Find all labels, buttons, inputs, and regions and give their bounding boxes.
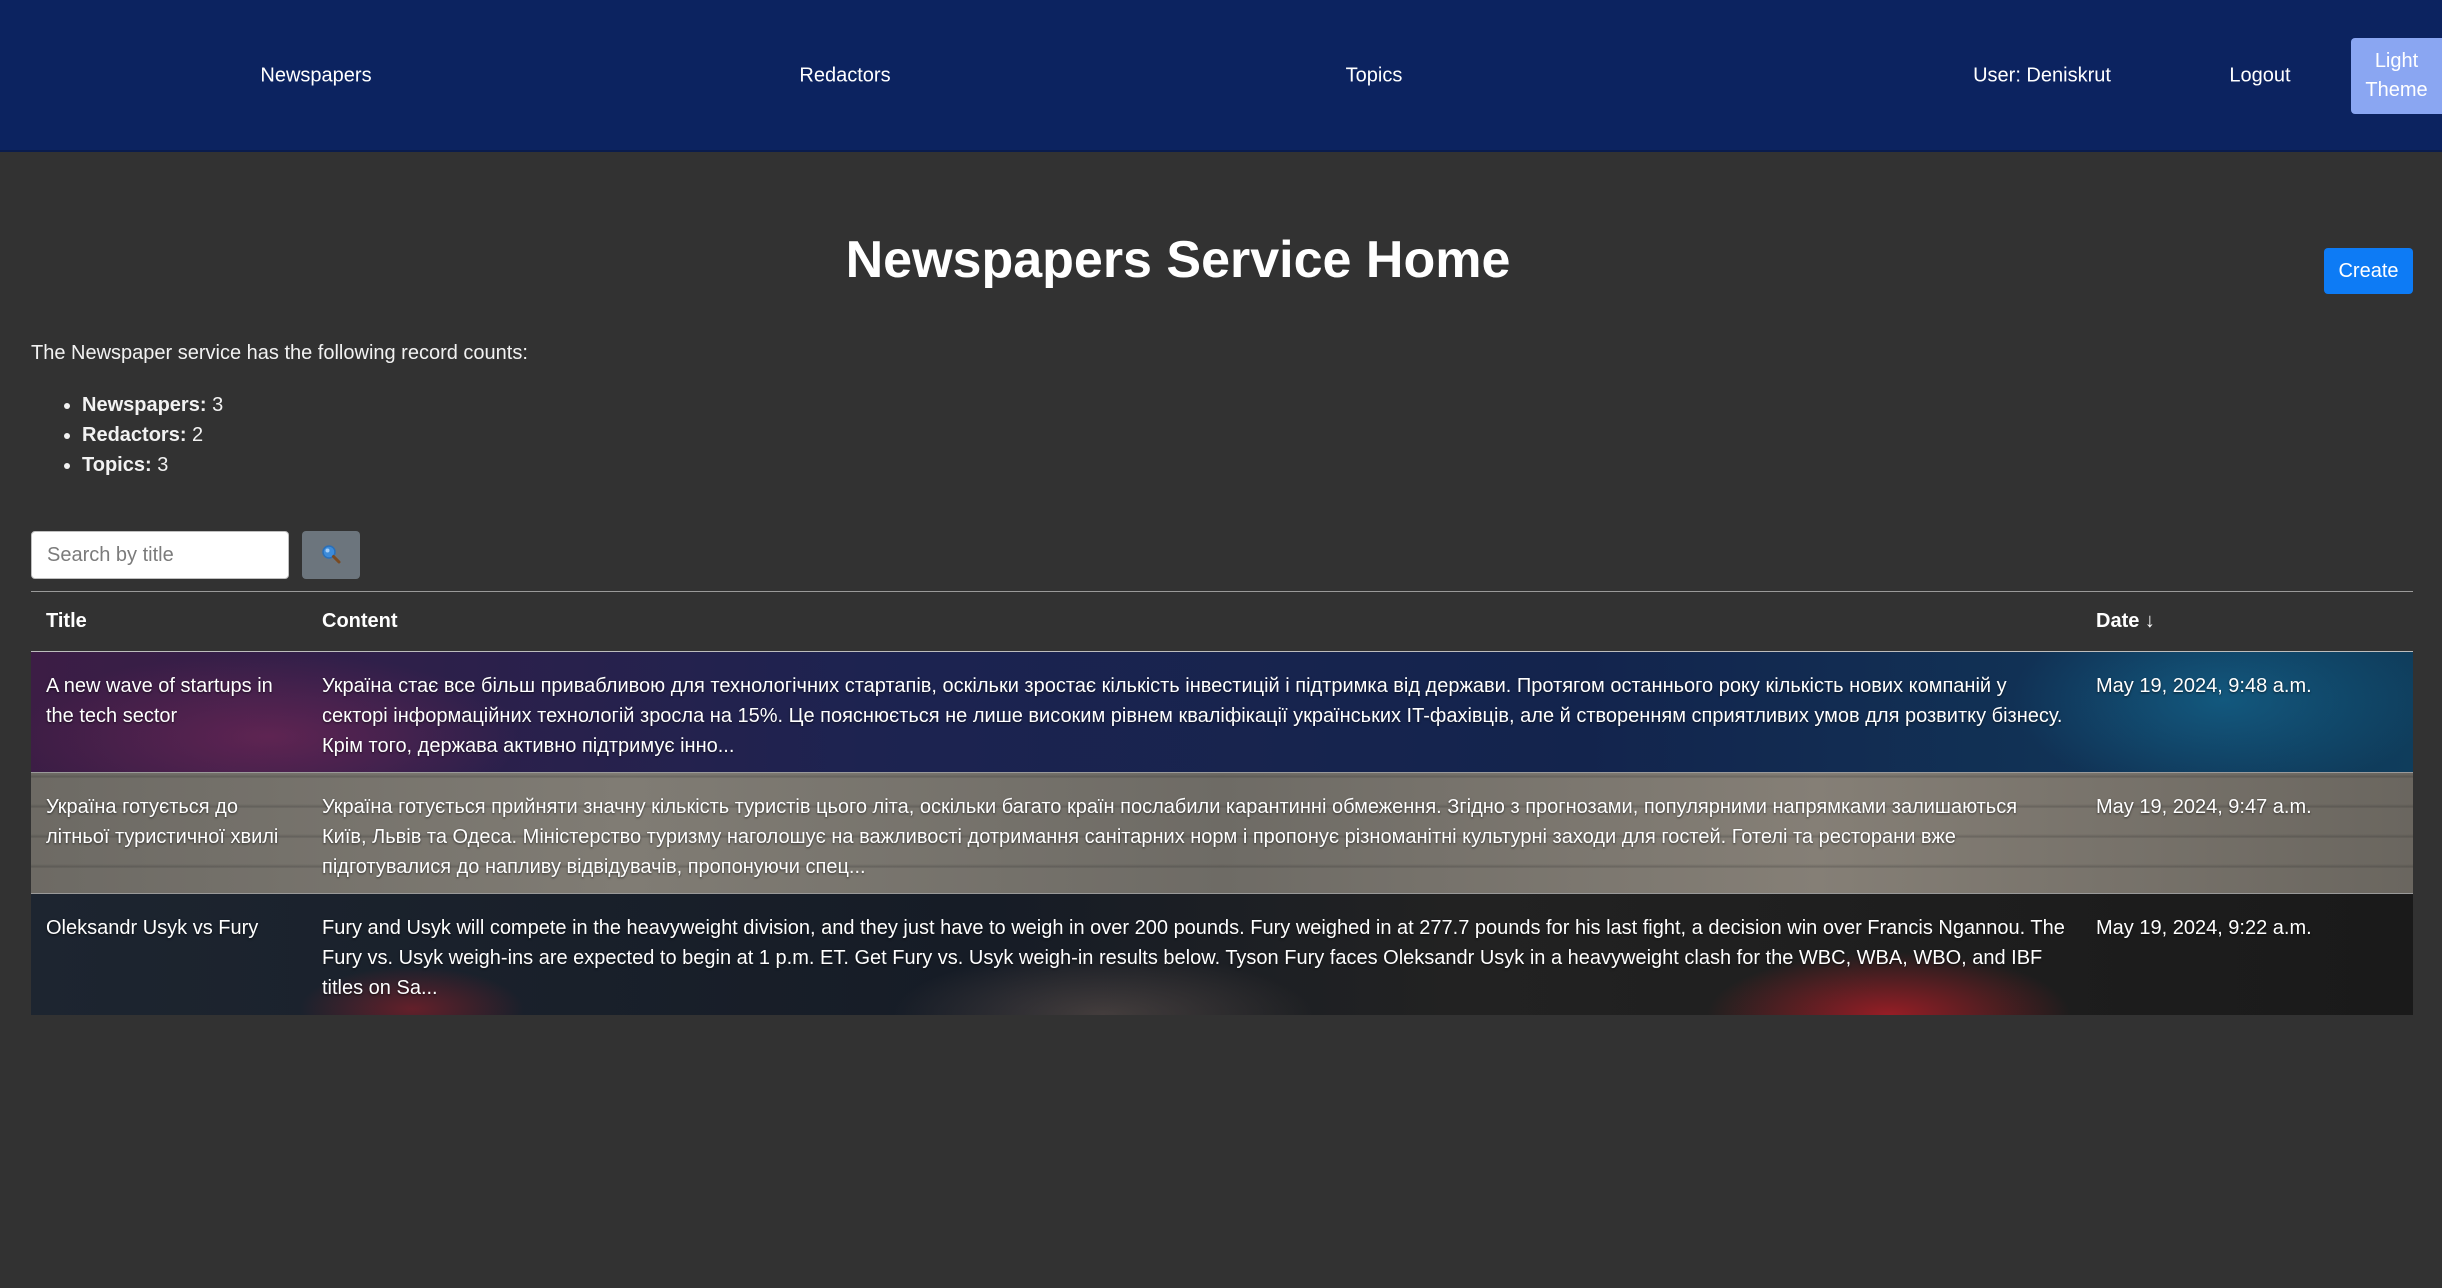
table-row[interactable]: A new wave of startups in the tech secto… xyxy=(31,651,2413,773)
count-value: 3 xyxy=(157,454,169,476)
create-button[interactable]: Create xyxy=(2324,248,2413,294)
nav-link-user-profile[interactable]: User: Deniskrut xyxy=(1973,65,2111,88)
cell-content: Україна стає все більш привабливою для т… xyxy=(307,651,2081,773)
cell-title[interactable]: Oleksandr Usyk vs Fury xyxy=(31,894,307,1015)
count-label: Redactors: xyxy=(82,424,187,446)
column-header-date[interactable]: Date ↓ xyxy=(2081,591,2413,652)
newspapers-table: Title Content Date ↓ A new wave of start… xyxy=(31,591,2413,1015)
table-header-row: Title Content Date ↓ xyxy=(31,591,2413,652)
cell-date: May 19, 2024, 9:47 a.m. xyxy=(2081,772,2413,894)
top-navbar: Newspapers Redactors Topics User: Denisk… xyxy=(0,0,2442,152)
count-label: Topics: xyxy=(82,454,152,476)
theme-button-label-line2: Theme xyxy=(2365,79,2428,101)
count-item-redactors: Redactors: 2 xyxy=(82,420,223,450)
count-value: 3 xyxy=(212,394,224,416)
cell-content: Україна готується прийняти значну кількі… xyxy=(307,772,2081,894)
column-header-title[interactable]: Title xyxy=(31,591,307,652)
column-header-content[interactable]: Content xyxy=(307,591,2081,652)
record-counts-list: Newspapers: 3 Redactors: 2 Topics: 3 xyxy=(50,390,223,480)
cell-content: Fury and Usyk will compete in the heavyw… xyxy=(322,917,2065,999)
count-label: Newspapers: xyxy=(82,394,207,416)
table-row[interactable]: Україна готується до літньої туристичної… xyxy=(31,772,2413,894)
record-counts-intro: The Newspaper service has the following … xyxy=(31,342,528,364)
cell-date: May 19, 2024, 9:48 a.m. xyxy=(2081,651,2413,773)
count-value: 2 xyxy=(192,424,204,446)
table-row[interactable]: Oleksandr Usyk vs Fury Fury and Usyk wil… xyxy=(31,893,2413,1015)
search-icon xyxy=(322,544,341,563)
nav-link-redactors[interactable]: Redactors xyxy=(799,65,890,88)
light-theme-toggle-button[interactable]: Light Theme xyxy=(2351,38,2442,114)
count-item-topics: Topics: 3 xyxy=(82,450,223,480)
search-button[interactable] xyxy=(302,531,360,579)
newspapers-table-container: Title Content Date ↓ A new wave of start… xyxy=(31,591,2413,1015)
count-item-newspapers: Newspapers: 3 xyxy=(82,390,223,420)
nav-link-logout[interactable]: Logout xyxy=(2229,65,2290,88)
page-title: Newspapers Service Home xyxy=(845,231,1511,289)
nav-link-topics[interactable]: Topics xyxy=(1346,65,1403,88)
cell-title[interactable]: A new wave of startups in the tech secto… xyxy=(31,651,307,773)
theme-button-label-line1: Light xyxy=(2374,50,2419,72)
cell-date: May 19, 2024, 9:22 a.m. xyxy=(2096,917,2312,939)
nav-link-newspapers[interactable]: Newspapers xyxy=(260,65,371,88)
cell-title[interactable]: Україна готується до літньої туристичної… xyxy=(31,772,307,894)
search-input[interactable] xyxy=(31,531,289,579)
